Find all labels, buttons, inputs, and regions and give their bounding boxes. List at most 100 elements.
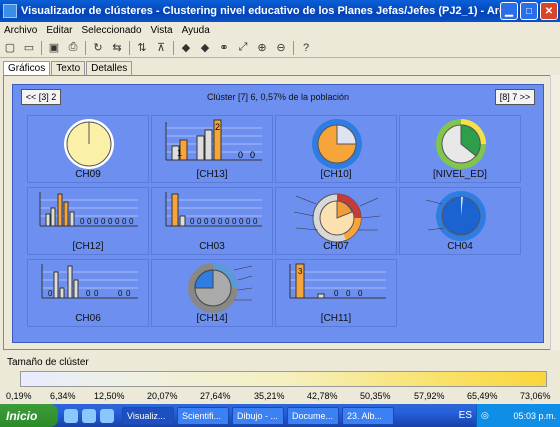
chart-label: [CH11]: [320, 313, 352, 324]
task-visualizador[interactable]: Visualiz...: [122, 406, 174, 425]
toolbar-separator: [85, 40, 86, 55]
chart-label: [CH13]: [196, 169, 228, 180]
chart-cell-nivel-ed[interactable]: [NIVEL_ED]: [399, 115, 521, 183]
ie-icon[interactable]: [64, 408, 78, 423]
chart-label: [CH14]: [196, 313, 228, 324]
chart-label: CH03: [199, 241, 225, 252]
bar-value-label: 0: [218, 217, 223, 226]
menu-vista[interactable]: Vista: [151, 25, 173, 36]
tab-detalles[interactable]: Detalles: [86, 61, 133, 75]
new-icon[interactable]: ▢: [3, 41, 17, 55]
tab-strip: Gráficos Texto Detalles: [3, 61, 133, 75]
legend-tick: 6,34%: [50, 391, 76, 401]
chart-cell-ch03[interactable]: 0 0 0 0 0 0 0 0 0 0 CH03: [151, 187, 273, 255]
chart-label: [CH12]: [72, 241, 104, 252]
bar-value-label: 0: [239, 217, 244, 226]
legend-tick: 50,35%: [360, 391, 391, 401]
menu-ayuda[interactable]: Ayuda: [182, 25, 210, 36]
chart-cell-ch13[interactable]: 1 2 0 0 [CH13]: [151, 115, 273, 183]
language-indicator[interactable]: ES: [459, 410, 472, 421]
cluster-label: Clúster [7] 6, 0,57% de la población: [206, 92, 350, 102]
zoom-out-icon[interactable]: ⊖: [274, 41, 288, 55]
bar-value-label: 0: [115, 217, 120, 226]
chart-cell-ch14[interactable]: [CH14]: [151, 259, 273, 327]
chart-cell-ch06[interactable]: 0 0 0 0 0 CH06: [27, 259, 149, 327]
task-documento[interactable]: Docume...: [287, 406, 339, 425]
next-cluster-button[interactable]: [8] 7 >>: [495, 89, 535, 105]
toolbar-separator: [129, 40, 130, 55]
bar-value-label: 0: [232, 217, 237, 226]
chart-cell-ch10[interactable]: [CH10]: [275, 115, 397, 183]
bar-value-label: 0: [358, 289, 363, 298]
legend-tick: 0,19%: [6, 391, 32, 401]
zoom-in-icon[interactable]: ⊕: [255, 41, 269, 55]
resize-icon[interactable]: ⤢: [236, 41, 250, 55]
vertical-scrollbar[interactable]: [550, 75, 560, 350]
open-icon[interactable]: ▭: [22, 41, 36, 55]
bar-value-label: 0: [86, 289, 91, 298]
redo-icon[interactable]: ↻: [91, 41, 105, 55]
legend-tick: 20,07%: [147, 391, 178, 401]
menu-editar[interactable]: Editar: [46, 25, 72, 36]
binoculars-icon[interactable]: ⚭: [217, 41, 231, 55]
chart-cell-ch04[interactable]: CH04: [399, 187, 521, 255]
chart-label: CH07: [323, 241, 349, 252]
close-button[interactable]: ✕: [540, 2, 558, 20]
arrow-right-icon[interactable]: ◆: [198, 41, 212, 55]
arrow-left-icon[interactable]: ◆: [179, 41, 193, 55]
bar-value-label: 0: [190, 217, 195, 226]
bar-value-label: 0: [94, 217, 99, 226]
legend-tick: 42,78%: [307, 391, 338, 401]
bar-value-label: 0: [129, 217, 134, 226]
tray-icon[interactable]: ◎: [481, 410, 489, 421]
chart-cell-ch12[interactable]: 0 0 0 0 0 0 0 0 [CH12]: [27, 187, 149, 255]
swap-icon[interactable]: ⇆: [110, 41, 124, 55]
bar-value-label: 0: [334, 289, 339, 298]
sort-icon[interactable]: ⇅: [135, 41, 149, 55]
graphics-panel: << [3] 2 Clúster [7] 6, 0,57% de la pobl…: [3, 75, 554, 350]
toolbar: ▢ ▭ ▣ ⎙ ↻ ⇆ ⇅ ⊼ ◆ ◆ ⚭ ⤢ ⊕ ⊖ ?: [0, 38, 560, 58]
firefox-icon[interactable]: [100, 408, 114, 423]
menu-seleccionado[interactable]: Seleccionado: [81, 25, 141, 36]
taskbar: Inicio Visualiz... Scientifi... Dibujo -…: [0, 404, 560, 427]
bar-value-label: 0: [204, 217, 209, 226]
chart-cell-ch11[interactable]: 3 0 0 0 [CH11]: [275, 259, 397, 327]
tab-graficos[interactable]: Gráficos: [3, 61, 51, 75]
chart-cell-ch09[interactable]: CH09: [27, 115, 149, 183]
bar-value-label: 0: [211, 217, 216, 226]
cluster-chart-area: << [3] 2 Clúster [7] 6, 0,57% de la pobl…: [12, 84, 544, 343]
bar-value-label: 0: [48, 289, 53, 298]
toolbar-separator: [173, 40, 174, 55]
menu-archivo[interactable]: Archivo: [4, 25, 37, 36]
bar-value-label: 0: [225, 217, 230, 226]
desktop-icon[interactable]: [82, 408, 96, 423]
bar-value-label: 0: [253, 217, 258, 226]
bar-value-label: 0: [238, 150, 243, 160]
legend-tick: 73,06%: [520, 391, 551, 401]
toolbar-separator: [293, 40, 294, 55]
chart-label: CH06: [75, 313, 101, 324]
save-icon[interactable]: ▣: [47, 41, 61, 55]
clock: 05:03 p.m.: [513, 410, 556, 421]
chart-label: CH04: [447, 241, 473, 252]
legend-tick: 57,92%: [414, 391, 445, 401]
help-icon[interactable]: ?: [299, 41, 313, 55]
tab-texto[interactable]: Texto: [51, 61, 86, 75]
chart-label: [CH10]: [320, 169, 352, 180]
bar-value-label: 0: [246, 217, 251, 226]
task-scientific[interactable]: Scientifi...: [177, 406, 229, 425]
chart-cell-ch07[interactable]: CH07: [275, 187, 397, 255]
minimize-button[interactable]: ▁: [500, 2, 518, 20]
cluster-size-legend-title: Tamaño de clúster: [7, 357, 89, 368]
maximize-button[interactable]: □: [520, 2, 538, 20]
task-dibujo[interactable]: Dibujo - ...: [232, 406, 284, 425]
start-button[interactable]: Inicio: [0, 404, 58, 427]
print-icon[interactable]: ⎙: [66, 41, 80, 55]
legend-tick: 65,49%: [467, 391, 498, 401]
bar-value-label: 2: [215, 122, 220, 132]
task-album[interactable]: 23. Alb...: [342, 406, 394, 425]
app-icon: [3, 4, 17, 18]
bar-value-label: 0: [80, 217, 85, 226]
bar-value-label: 0: [108, 217, 113, 226]
filter-icon[interactable]: ⊼: [154, 41, 168, 55]
